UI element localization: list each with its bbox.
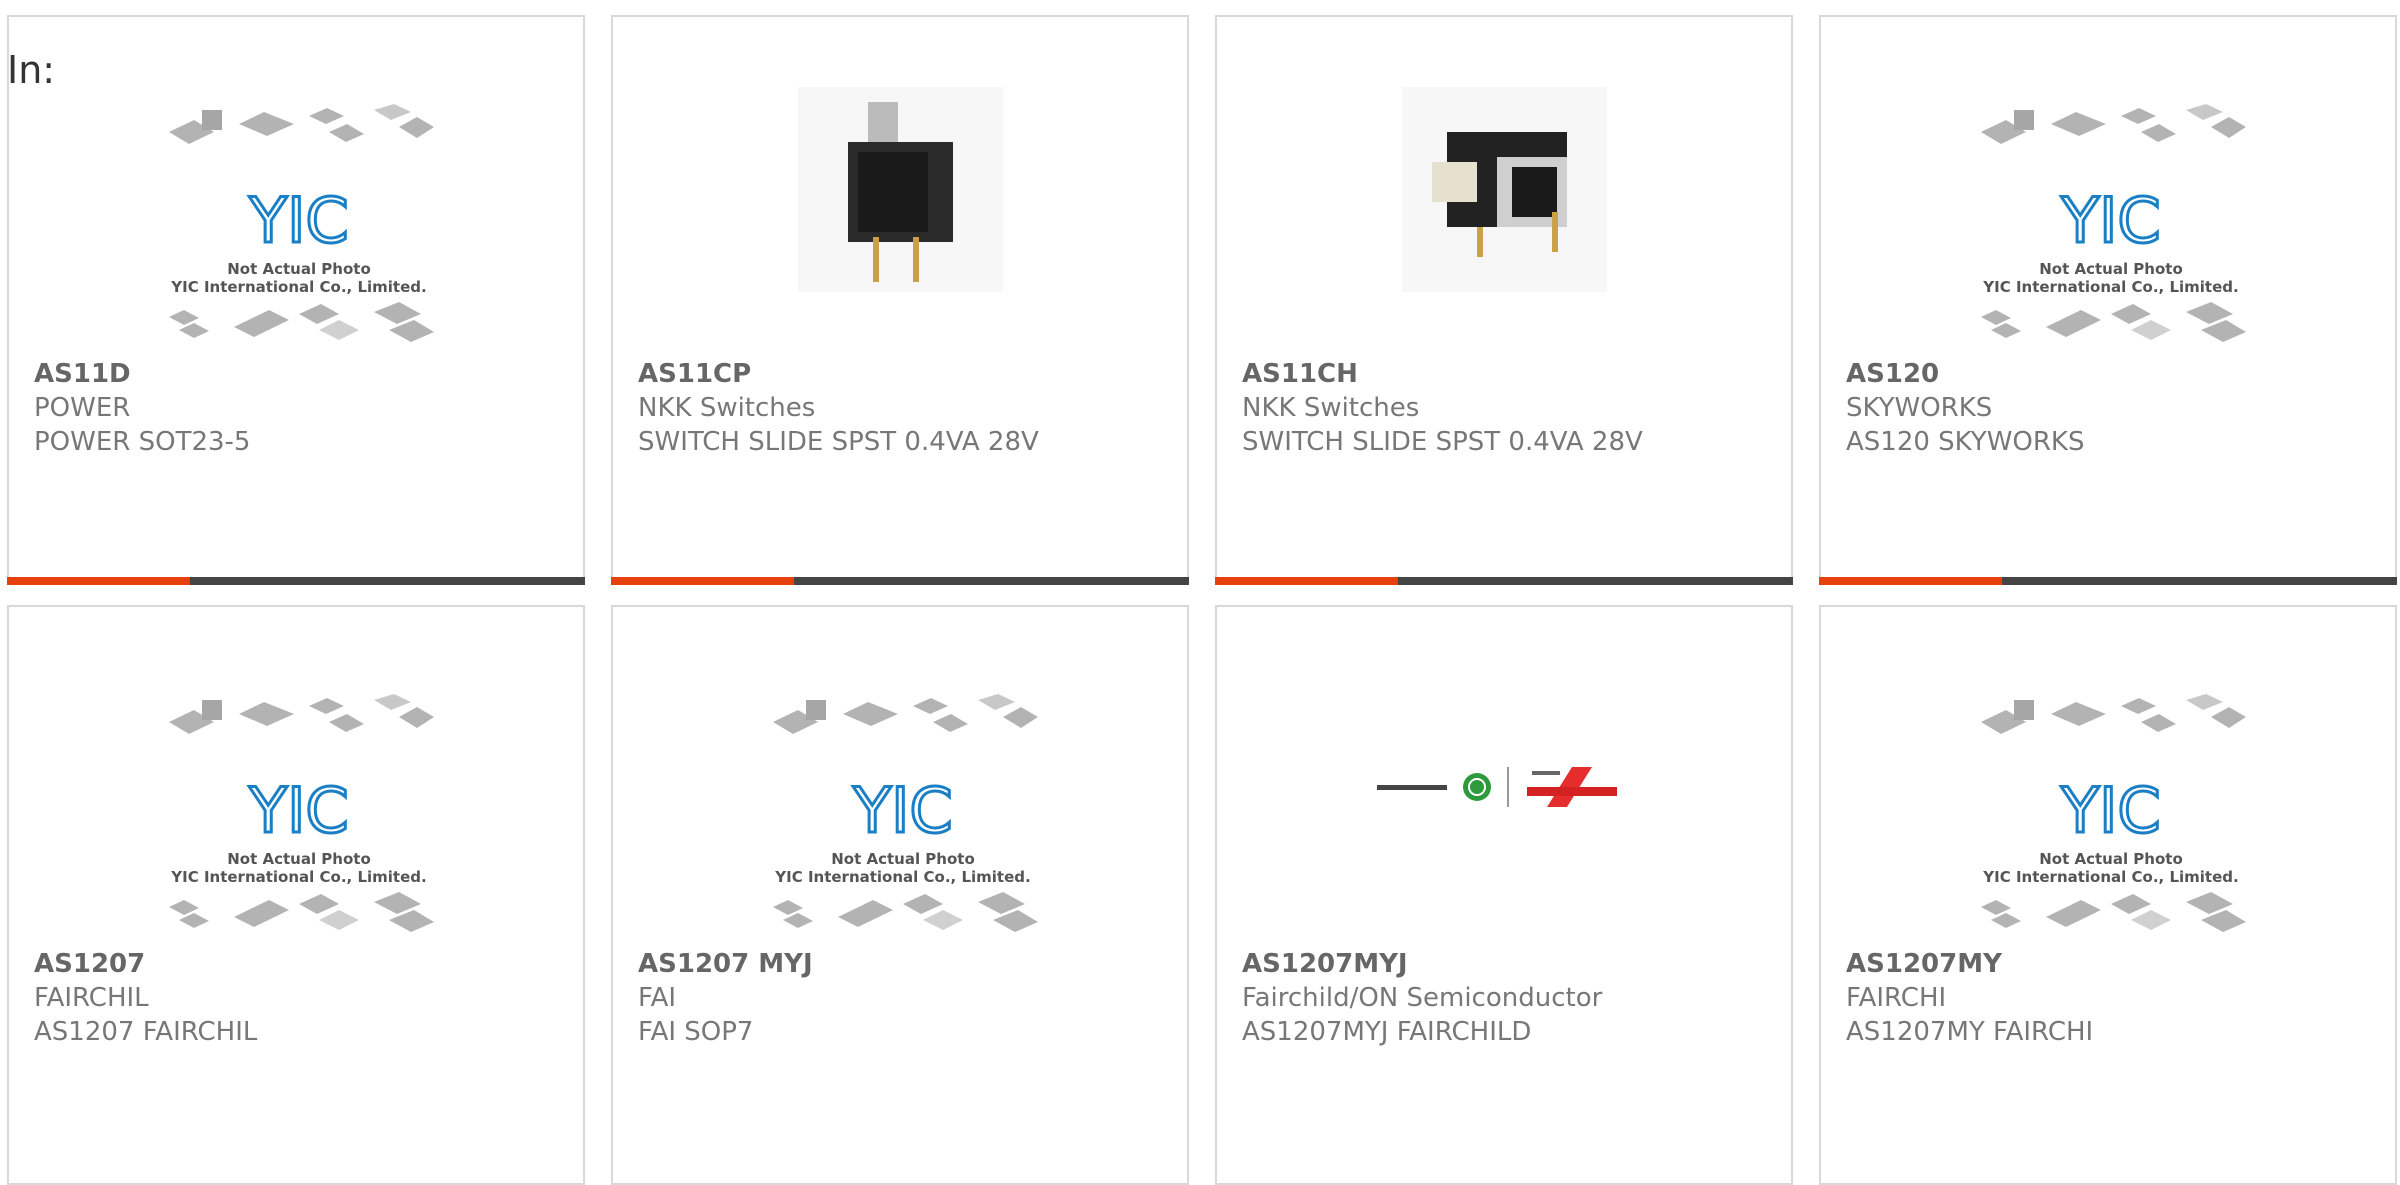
- product-description: AS120 SKYWORKS: [1846, 427, 2085, 457]
- placeholder-photo-icon: YIC Not Actual Photo YIC International C…: [169, 104, 434, 342]
- placeholder-photo-icon: YIC Not Actual Photo YIC International C…: [1981, 104, 2246, 342]
- brand-name: FAIRCHI: [1846, 983, 1947, 1013]
- product-info: AS11CH NKK Switches SWITCH SLIDE SPST 0.…: [1242, 357, 1771, 459]
- bar-accent: [7, 577, 190, 585]
- brand-name: FAIRCHIL: [34, 983, 149, 1013]
- product-card[interactable]: YIC Not Actual Photo YIC International C…: [1819, 15, 2397, 585]
- product-grid: YIC Not Actual Photo YIC International C…: [0, 0, 2400, 1185]
- bar-accent: [1819, 577, 2002, 585]
- card-bottom-bar: [7, 577, 585, 585]
- yic-logo: YIC: [2060, 184, 2160, 257]
- product-info: AS1207 FAIRCHIL AS1207 FAIRCHIL: [34, 947, 563, 1049]
- brand-name: Fairchild/ON Semiconductor: [1242, 983, 1603, 1013]
- yic-logo: YIC: [852, 774, 952, 847]
- product-description: FAI SOP7: [638, 1017, 754, 1047]
- bar-accent: [611, 577, 794, 585]
- product-info: AS120 SKYWORKS AS120 SKYWORKS: [1846, 357, 2375, 459]
- svg-text:YIC International Co., Limited: YIC International Co., Limited.: [774, 868, 1030, 886]
- placeholder-photo-icon: YIC Not Actual Photo YIC International C…: [773, 694, 1038, 932]
- part-number[interactable]: AS11CP: [638, 357, 1167, 391]
- product-card[interactable]: YIC Not Actual Photo YIC International C…: [611, 605, 1189, 1185]
- svg-text:Not Actual Photo: Not Actual Photo: [831, 850, 975, 868]
- product-card[interactable]: AS11CP NKK Switches SWITCH SLIDE SPST 0.…: [611, 15, 1189, 585]
- svg-text:Not Actual Photo: Not Actual Photo: [227, 260, 371, 278]
- product-card[interactable]: YIC Not Actual Photo YIC International C…: [7, 605, 585, 1185]
- placeholder-photo-icon: YIC Not Actual Photo YIC International C…: [1981, 694, 2246, 932]
- svg-text:Not Actual Photo: Not Actual Photo: [2039, 850, 2183, 868]
- svg-text:Not Actual Photo: Not Actual Photo: [227, 850, 371, 868]
- horizontal-slide-switch-photo: [1402, 87, 1607, 292]
- card-bottom-bar: [1215, 577, 1793, 585]
- svg-text:YIC International Co., Limited: YIC International Co., Limited.: [170, 278, 426, 296]
- product-info: AS1207MY FAIRCHI AS1207MY FAIRCHI: [1846, 947, 2375, 1049]
- brand-name: NKK Switches: [1242, 393, 1420, 423]
- product-info: AS1207 MYJ FAI FAI SOP7: [638, 947, 1167, 1049]
- part-number[interactable]: AS1207 MYJ: [638, 947, 1167, 981]
- product-card[interactable]: AS1207MYJ Fairchild/ON Semiconductor AS1…: [1215, 605, 1793, 1185]
- product-description: POWER SOT23-5: [34, 427, 251, 457]
- part-number[interactable]: AS1207MYJ: [1242, 947, 1771, 981]
- part-number[interactable]: AS1207MY: [1846, 947, 2375, 981]
- svg-text:YIC International Co., Limited: YIC International Co., Limited.: [170, 868, 426, 886]
- product-description: AS1207MYJ FAIRCHILD: [1242, 1017, 1532, 1047]
- product-info: AS11CP NKK Switches SWITCH SLIDE SPST 0.…: [638, 357, 1167, 459]
- product-description: SWITCH SLIDE SPST 0.4VA 28V: [638, 427, 1039, 457]
- vertical-slide-switch-photo: [798, 87, 1003, 292]
- yic-logo: YIC: [2060, 774, 2160, 847]
- brand-name: POWER: [34, 393, 131, 423]
- in-label: In:: [7, 48, 56, 92]
- part-number[interactable]: AS11CH: [1242, 357, 1771, 391]
- svg-text:YIC International Co., Limited: YIC International Co., Limited.: [1982, 278, 2238, 296]
- placeholder-photo-icon: YIC Not Actual Photo YIC International C…: [169, 694, 434, 932]
- product-info: AS11D POWER POWER SOT23-5: [34, 357, 563, 459]
- product-info: AS1207MYJ Fairchild/ON Semiconductor AS1…: [1242, 947, 1771, 1049]
- yic-logo: YIC: [248, 184, 348, 257]
- brand-name: SKYWORKS: [1846, 393, 1993, 423]
- svg-text:YIC International Co., Limited: YIC International Co., Limited.: [1982, 868, 2238, 886]
- part-number[interactable]: AS11D: [34, 357, 563, 391]
- card-bottom-bar: [611, 577, 1189, 585]
- product-description: AS1207 FAIRCHIL: [34, 1017, 258, 1047]
- card-bottom-bar: [1819, 577, 2397, 585]
- product-card[interactable]: YIC Not Actual Photo YIC International C…: [7, 15, 585, 585]
- brand-name: NKK Switches: [638, 393, 816, 423]
- product-card[interactable]: YIC Not Actual Photo YIC International C…: [1819, 605, 2397, 1185]
- bar-accent: [1215, 577, 1398, 585]
- product-description: AS1207MY FAIRCHI: [1846, 1017, 2094, 1047]
- product-card[interactable]: AS11CH NKK Switches SWITCH SLIDE SPST 0.…: [1215, 15, 1793, 585]
- yic-logo: YIC: [248, 774, 348, 847]
- svg-text:Not Actual Photo: Not Actual Photo: [2039, 260, 2183, 278]
- on-fairchild-logo: [1377, 767, 1617, 807]
- part-number[interactable]: AS120: [1846, 357, 2375, 391]
- product-description: SWITCH SLIDE SPST 0.4VA 28V: [1242, 427, 1643, 457]
- brand-name: FAI: [638, 983, 677, 1013]
- part-number[interactable]: AS1207: [34, 947, 563, 981]
